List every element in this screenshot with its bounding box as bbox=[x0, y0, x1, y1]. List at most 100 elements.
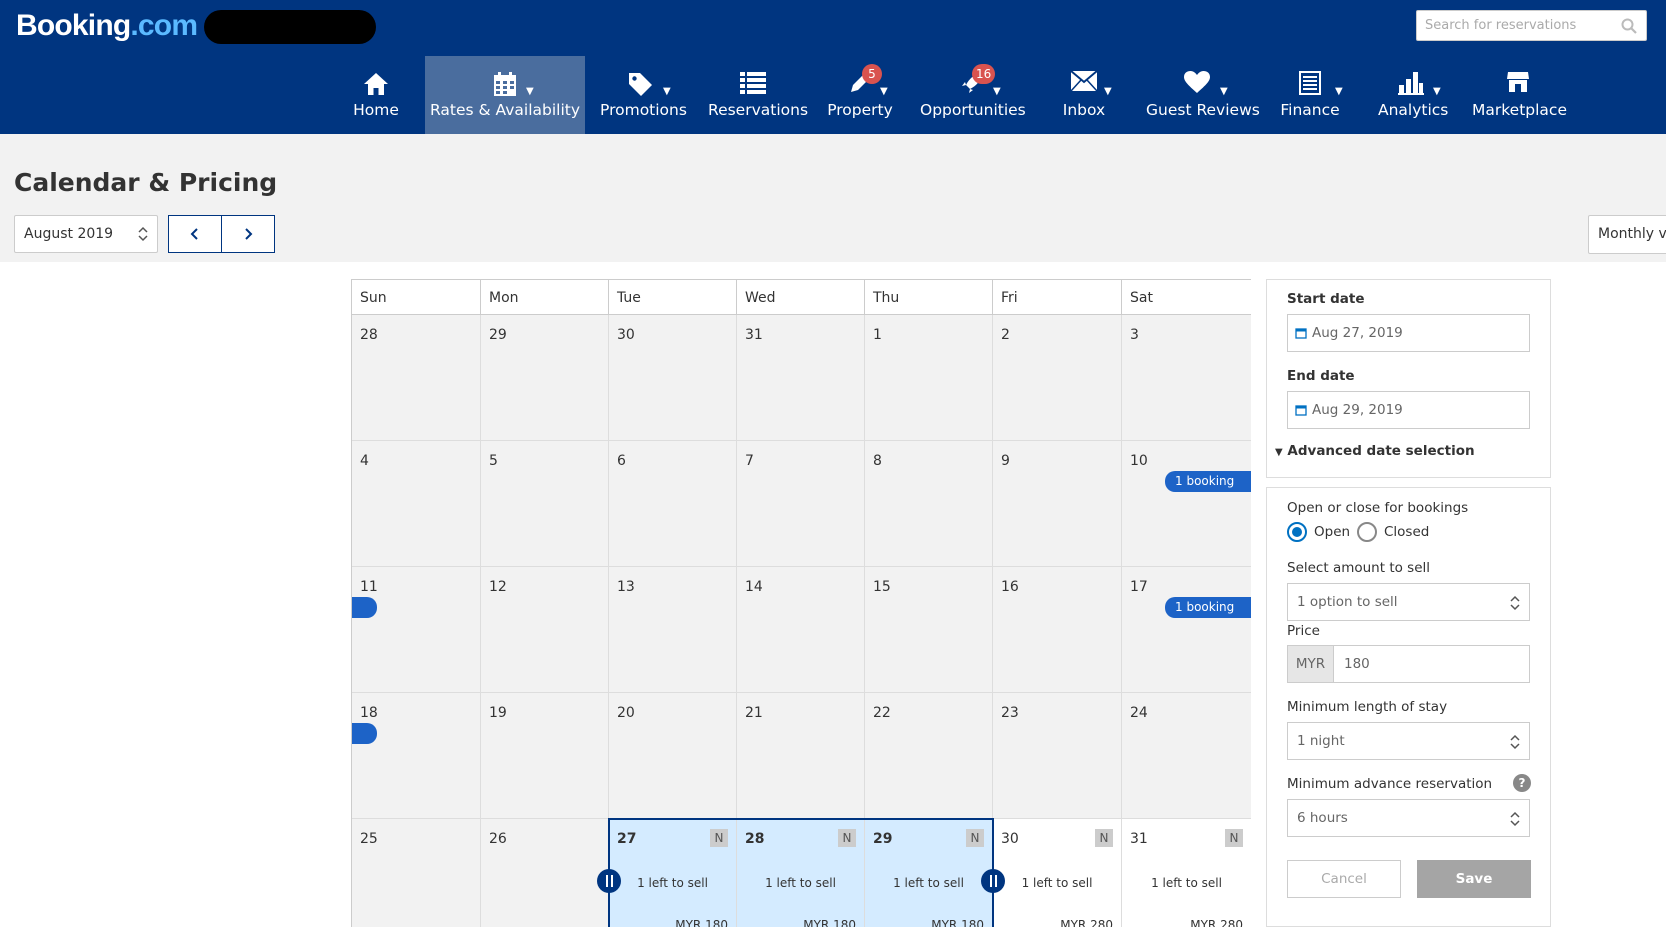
nav-label: Finance bbox=[1280, 101, 1340, 119]
availability-panel: Open or close for bookings Open Closed S… bbox=[1266, 487, 1551, 927]
calendar-day-cell[interactable]: 10 bbox=[1122, 441, 1251, 567]
day-number: 22 bbox=[873, 705, 891, 721]
month-select-value: August 2019 bbox=[24, 226, 114, 242]
end-date-field[interactable]: Aug 29, 2019 bbox=[1287, 391, 1530, 429]
calendar-day-cell[interactable]: 14 bbox=[737, 567, 865, 693]
next-month-button[interactable] bbox=[221, 215, 275, 253]
nav-item-finance[interactable]: ▼ Finance bbox=[1280, 56, 1343, 134]
date-range-panel: Start date Aug 27, 2019 End date Aug 29,… bbox=[1266, 279, 1551, 478]
month-select[interactable]: August 2019 bbox=[14, 215, 158, 253]
calendar-day-cell[interactable]: 13 bbox=[609, 567, 737, 693]
calendar-day-cell[interactable]: 29 bbox=[481, 315, 609, 441]
nav-item-opportunities[interactable]: 16 ▼ Opportunities bbox=[920, 56, 1026, 134]
room-price: MYR 180 bbox=[931, 918, 984, 927]
calendar-day-cell-selected[interactable]: 27 N 1 left to sell MYR 180 bbox=[609, 819, 737, 927]
booking-bar-continuation[interactable] bbox=[352, 723, 377, 744]
updown-chevron-icon bbox=[1510, 595, 1520, 611]
calendar-day-cell[interactable]: 30 N 1 left to sell MYR 280 bbox=[993, 819, 1122, 927]
calendar-day-cell[interactable]: 9 bbox=[993, 441, 1122, 567]
calendar-day-cell[interactable]: 7 bbox=[737, 441, 865, 567]
calendar-day-cell[interactable]: 31 bbox=[737, 315, 865, 441]
non-refundable-badge: N bbox=[966, 829, 984, 847]
calendar-day-cell[interactable]: 24 bbox=[1122, 693, 1251, 819]
prev-month-button[interactable] bbox=[168, 215, 222, 253]
nav-item-analytics[interactable]: ▼ Analytics bbox=[1378, 56, 1449, 134]
cancel-button[interactable]: Cancel bbox=[1287, 860, 1401, 898]
calendar-day-cell[interactable]: 8 bbox=[865, 441, 993, 567]
day-number: 24 bbox=[1130, 705, 1148, 721]
calendar-day-cell[interactable]: 16 bbox=[993, 567, 1122, 693]
save-button[interactable]: Save bbox=[1417, 860, 1531, 898]
selection-start-handle[interactable] bbox=[597, 869, 621, 893]
help-icon[interactable]: ? bbox=[1513, 774, 1531, 792]
min-advance-label: Minimum advance reservation bbox=[1287, 776, 1493, 792]
calendar-day-cell[interactable]: 31 N 1 left to sell MYR 280 bbox=[1122, 819, 1251, 927]
booking-bar[interactable]: 1 booking bbox=[1165, 597, 1251, 618]
price-field[interactable]: MYR 180 bbox=[1287, 645, 1530, 683]
rooms-left-text: 1 left to sell bbox=[637, 876, 708, 890]
non-refundable-badge: N bbox=[1095, 829, 1113, 847]
calendar-day-cell[interactable]: 17 bbox=[1122, 567, 1251, 693]
calendar-day-cell[interactable]: 1 bbox=[865, 315, 993, 441]
nav-item-rates-availability[interactable]: ▼ Rates & Availability bbox=[425, 56, 585, 134]
calendar-day-cell[interactable]: 23 bbox=[993, 693, 1122, 819]
day-number: 19 bbox=[489, 705, 507, 721]
advanced-date-toggle[interactable]: ▼ Advanced date selection bbox=[1275, 443, 1475, 459]
price-value: 180 bbox=[1344, 656, 1370, 672]
min-stay-value: 1 night bbox=[1297, 733, 1345, 749]
search-icon[interactable] bbox=[1620, 17, 1638, 35]
min-stay-label: Minimum length of stay bbox=[1287, 699, 1448, 715]
day-number: 10 bbox=[1130, 453, 1148, 469]
calendar-day-cell[interactable]: 18 bbox=[352, 693, 481, 819]
selection-end-handle[interactable] bbox=[981, 869, 1005, 893]
chevron-down-icon: ▼ bbox=[1433, 86, 1441, 97]
view-select[interactable]: Monthly view bbox=[1588, 215, 1666, 254]
calendar-day-cell[interactable]: 11 bbox=[352, 567, 481, 693]
calendar-day-cell[interactable]: 21 bbox=[737, 693, 865, 819]
nav-item-property[interactable]: 5 ▼ Property bbox=[823, 56, 897, 134]
search-input[interactable] bbox=[1425, 11, 1620, 40]
nav-item-guest-reviews[interactable]: ▼ Guest Reviews bbox=[1146, 56, 1260, 134]
start-date-field[interactable]: Aug 27, 2019 bbox=[1287, 314, 1530, 352]
calendar-day-cell[interactable]: 19 bbox=[481, 693, 609, 819]
chevron-left-icon bbox=[190, 228, 198, 240]
nav-item-inbox[interactable]: ▼ Inbox bbox=[1054, 56, 1114, 134]
booking-bar-continuation[interactable] bbox=[352, 597, 377, 618]
closed-radio[interactable]: Closed bbox=[1357, 522, 1429, 542]
day-number: 31 bbox=[1130, 831, 1148, 847]
nav-item-marketplace[interactable]: Marketplace bbox=[1472, 56, 1567, 134]
nav-item-promotions[interactable]: ▼ Promotions bbox=[600, 56, 687, 134]
nav-item-home[interactable]: Home bbox=[344, 56, 408, 134]
calendar-day-cell[interactable]: 12 bbox=[481, 567, 609, 693]
calendar-day-cell[interactable]: 20 bbox=[609, 693, 737, 819]
calendar-day-cell[interactable]: 15 bbox=[865, 567, 993, 693]
calendar-day-cell[interactable]: 30 bbox=[609, 315, 737, 441]
calendar-day-cell[interactable]: 3 bbox=[1122, 315, 1251, 441]
min-advance-select[interactable]: 6 hours bbox=[1287, 799, 1530, 837]
calendar-day-cell[interactable]: 22 bbox=[865, 693, 993, 819]
booking-bar[interactable]: 1 booking bbox=[1165, 471, 1251, 492]
calendar-day-cell[interactable]: 26 bbox=[481, 819, 609, 927]
calendar-day-cell[interactable]: 6 bbox=[609, 441, 737, 567]
calendar-day-cell-selected[interactable]: 29 N 1 left to sell MYR 180 bbox=[865, 819, 993, 927]
price-label: Price bbox=[1287, 623, 1320, 639]
min-stay-select[interactable]: 1 night bbox=[1287, 722, 1530, 760]
calendar-day-cell[interactable]: 2 bbox=[993, 315, 1122, 441]
updown-chevron-icon bbox=[1510, 811, 1520, 827]
day-number: 15 bbox=[873, 579, 891, 595]
open-radio[interactable]: Open bbox=[1287, 522, 1350, 542]
calendar-day-cell[interactable]: 25 bbox=[352, 819, 481, 927]
nav-label: Analytics bbox=[1378, 101, 1449, 119]
amount-to-sell-select[interactable]: 1 option to sell bbox=[1287, 583, 1530, 621]
booking-logo[interactable]: Booking.com bbox=[16, 9, 198, 43]
calendar-day-cell[interactable]: 28 bbox=[352, 315, 481, 441]
non-refundable-badge: N bbox=[1225, 829, 1243, 847]
calendar-grid: Sun Mon Tue Wed Thu Fri Sat 28 29 30 31 … bbox=[351, 279, 1251, 927]
calendar-day-cell[interactable]: 4 bbox=[352, 441, 481, 567]
day-number: 17 bbox=[1130, 579, 1148, 595]
main-nav: Home ▼ Rates & Availability ▼ Promotions… bbox=[0, 56, 1666, 134]
calendar-day-cell-selected[interactable]: 28 N 1 left to sell MYR 180 bbox=[737, 819, 865, 927]
calendar-day-cell[interactable]: 5 bbox=[481, 441, 609, 567]
nav-item-reservations[interactable]: Reservations bbox=[708, 56, 808, 134]
room-price: MYR 280 bbox=[1190, 918, 1243, 927]
